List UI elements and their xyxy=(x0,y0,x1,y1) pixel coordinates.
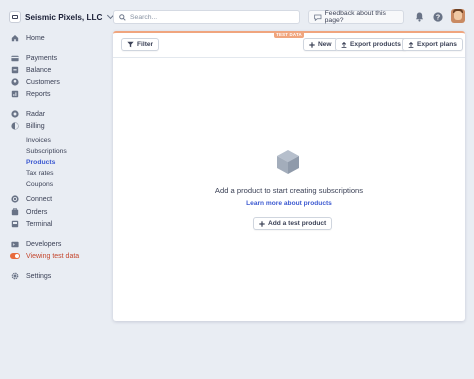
sidebar-item-customers[interactable]: Customers xyxy=(10,77,60,87)
radar-icon xyxy=(11,110,19,118)
help-icon: ? xyxy=(432,11,443,22)
sidebar-item-label: Tax rates xyxy=(26,169,54,177)
sidebar-item-label: Subscriptions xyxy=(26,147,67,155)
export-icon xyxy=(408,41,414,48)
add-test-product-button[interactable]: Add a test product xyxy=(253,217,333,230)
sidebar-item-home[interactable]: Home xyxy=(10,33,45,43)
billing-icon xyxy=(11,122,19,130)
export-products-button[interactable]: Export products xyxy=(335,38,407,51)
sidebar-item-label: Home xyxy=(26,34,45,42)
connect-icon xyxy=(11,195,19,203)
empty-state-title: Add a product to start creating subscrip… xyxy=(214,186,364,195)
export-plans-button[interactable]: Export plans xyxy=(402,38,463,51)
sidebar-item-label: Radar xyxy=(26,110,46,118)
sidebar-item-billing[interactable]: Billing xyxy=(10,121,45,131)
sidebar-item-label: Customers xyxy=(26,78,60,86)
search-icon xyxy=(119,13,126,21)
sidebar-item-terminal[interactable]: Terminal xyxy=(10,219,52,229)
filter-icon xyxy=(127,41,134,48)
svg-text:?: ? xyxy=(435,14,439,21)
gear-icon xyxy=(11,272,19,280)
sidebar-item-balance[interactable]: Balance xyxy=(10,65,51,75)
sidebar-item-tax-rates[interactable]: Tax rates xyxy=(10,168,54,178)
sidebar-item-label: Connect xyxy=(26,195,53,203)
sidebar-item-connect[interactable]: Connect xyxy=(10,194,52,204)
sidebar-item-label: Developers xyxy=(26,240,62,248)
products-panel xyxy=(113,31,465,321)
export-icon xyxy=(341,41,347,48)
sidebar-item-coupons[interactable]: Coupons xyxy=(10,179,53,189)
sidebar-item-label: Balance xyxy=(26,66,52,74)
export-products-label: Export products xyxy=(350,41,401,48)
sidebar-item-label: Viewing test data xyxy=(26,252,80,260)
terminal-icon xyxy=(11,220,19,228)
search-bar[interactable] xyxy=(113,10,300,24)
sidebar-item-label: Orders xyxy=(26,208,48,216)
new-button[interactable]: New xyxy=(303,38,338,51)
toolbar-divider xyxy=(113,57,465,58)
filter-label: Filter xyxy=(137,41,154,48)
sidebar-item-label: Billing xyxy=(26,122,45,130)
search-input[interactable] xyxy=(130,13,290,21)
help-button[interactable]: ? xyxy=(431,10,444,23)
user-avatar[interactable] xyxy=(451,9,465,23)
orders-icon xyxy=(11,208,19,216)
add-test-product-label: Add a test product xyxy=(268,220,327,227)
feedback-button[interactable]: Feedback about this page? xyxy=(308,10,404,24)
sidebar-item-products[interactable]: Products xyxy=(10,157,55,167)
sidebar-item-payments[interactable]: Payments xyxy=(10,53,57,63)
toggle-icon[interactable] xyxy=(10,253,20,259)
customers-icon xyxy=(11,78,19,86)
plus-icon xyxy=(309,41,315,48)
feedback-label: Feedback about this page? xyxy=(324,10,386,24)
learn-more-link[interactable]: Learn more about products xyxy=(113,200,465,207)
reports-icon xyxy=(11,90,19,98)
sidebar-item-label: Invoices xyxy=(26,136,51,144)
account-logo-icon xyxy=(9,11,21,23)
sidebar-item-label: Payments xyxy=(26,54,58,62)
new-label: New xyxy=(318,41,332,48)
account-switcher[interactable]: Seismic Pixels, LLC xyxy=(9,9,115,25)
card-icon xyxy=(11,55,19,61)
sidebar-item-settings[interactable]: Settings xyxy=(10,271,51,281)
export-plans-label: Export plans xyxy=(417,41,457,48)
sidebar-item-label: Settings xyxy=(26,272,52,280)
filter-button[interactable]: Filter xyxy=(121,38,160,51)
plus-icon xyxy=(259,220,265,227)
test-data-toggle[interactable]: Viewing test data xyxy=(10,251,79,261)
sidebar-item-subscriptions[interactable]: Subscriptions xyxy=(10,146,67,156)
box-icon xyxy=(277,150,299,174)
sidebar-item-reports[interactable]: Reports xyxy=(10,89,51,99)
developers-icon xyxy=(11,241,19,247)
sidebar-item-label: Reports xyxy=(26,90,51,98)
sidebar-item-label: Products xyxy=(26,158,56,166)
sidebar-item-orders[interactable]: Orders xyxy=(10,207,47,217)
chat-icon xyxy=(314,14,322,21)
balance-icon xyxy=(11,66,19,74)
sidebar-item-developers[interactable]: Developers xyxy=(10,239,61,249)
sidebar-item-invoices[interactable]: Invoices xyxy=(10,135,51,145)
sidebar-item-label: Coupons xyxy=(26,180,54,188)
bell-icon xyxy=(415,12,424,22)
home-icon xyxy=(11,34,19,42)
test-data-badge: TEST DATA xyxy=(274,31,304,38)
notifications-button[interactable] xyxy=(413,10,426,23)
sidebar-item-label: Terminal xyxy=(26,220,53,228)
account-name: Seismic Pixels, LLC xyxy=(25,12,103,22)
sidebar-item-radar[interactable]: Radar xyxy=(10,109,45,119)
